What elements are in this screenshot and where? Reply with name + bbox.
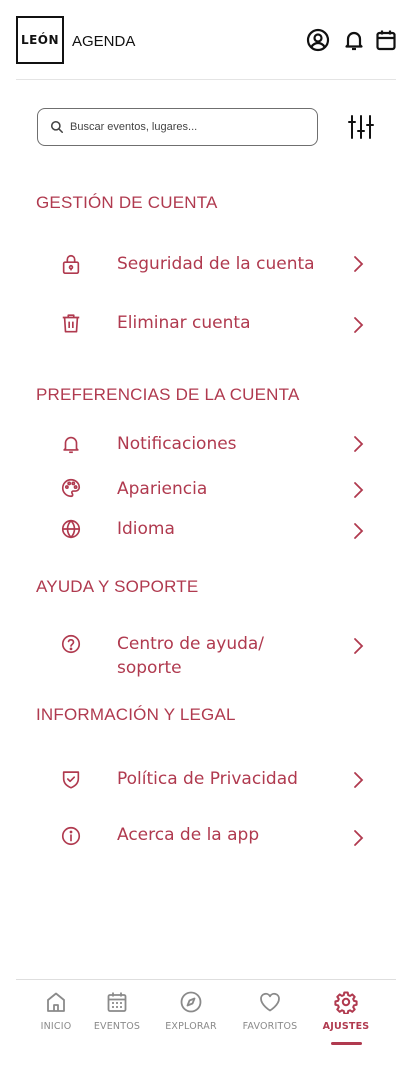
settings-item-help-center[interactable]: Centro de ayuda/ soporte <box>56 632 376 682</box>
chevron-right-icon <box>348 315 368 335</box>
chevron-right-icon <box>348 434 368 454</box>
settings-item-label: Política de Privacidad <box>117 769 298 789</box>
section-title-legal: INFORMACIÓN Y LEGAL <box>36 705 236 724</box>
search-input[interactable] <box>70 121 300 133</box>
settings-item-notifications[interactable]: Notificaciones <box>56 432 376 458</box>
nav-item-eventos[interactable]: EVENTOS <box>81 990 153 1050</box>
section-title-ayuda: AYUDA Y SOPORTE <box>36 577 199 596</box>
user-circle-icon[interactable] <box>306 28 330 52</box>
info-icon <box>60 825 82 847</box>
chevron-right-icon <box>348 828 368 848</box>
settings-item-label: Acerca de la app <box>117 825 260 845</box>
section-title-cuenta: GESTIÓN DE CUENTA <box>36 193 218 212</box>
bell-icon <box>60 433 82 455</box>
trash-icon <box>60 312 82 334</box>
settings-item-language[interactable]: Idioma <box>56 517 376 543</box>
search-bar[interactable] <box>37 108 318 146</box>
search-icon <box>50 120 64 134</box>
nav-item-ajustes[interactable]: AJUSTES <box>310 990 382 1050</box>
app-title: AGENDA <box>72 33 136 50</box>
calendar-icon[interactable] <box>374 28 398 52</box>
chevron-right-icon <box>348 770 368 790</box>
settings-item-label: Centro de ayuda/ soporte <box>117 634 265 678</box>
settings-item-delete-account[interactable]: Eliminar cuenta <box>56 311 376 337</box>
bottom-nav: INICIO EVENTOS EXPLORAR FAVORITOS AJUSTE… <box>0 980 412 1072</box>
nav-label: FAVORITOS <box>242 1021 298 1032</box>
home-icon <box>47 992 65 1012</box>
nav-label: EXPLORAR <box>165 1021 217 1032</box>
settings-item-about-app[interactable]: Acerca de la app <box>56 823 376 849</box>
nav-item-favoritos[interactable]: FAVORITOS <box>234 990 306 1050</box>
compass-icon <box>180 991 202 1013</box>
nav-label: AJUSTES <box>322 1021 370 1032</box>
calendar-icon <box>107 992 127 1012</box>
filter-sliders-icon[interactable] <box>347 113 375 141</box>
chevron-right-icon <box>348 636 368 656</box>
settings-item-label: Apariencia <box>117 479 208 499</box>
logo[interactable]: LEÓN <box>16 16 64 64</box>
nav-label: EVENTOS <box>93 1021 141 1032</box>
settings-item-privacy-policy[interactable]: Política de Privacidad <box>56 767 376 793</box>
settings-item-security[interactable]: Seguridad de la cuenta <box>56 252 376 278</box>
chevron-right-icon <box>348 254 368 274</box>
header-divider <box>16 79 396 80</box>
shield-check-icon <box>60 768 82 790</box>
gear-icon <box>334 991 358 1014</box>
app-header: LEÓN AGENDA <box>0 0 412 80</box>
settings-item-label: Eliminar cuenta <box>117 313 251 333</box>
active-tab-indicator <box>331 1042 362 1045</box>
help-circle-icon <box>60 633 82 655</box>
chevron-right-icon <box>348 480 368 500</box>
settings-item-label: Idioma <box>117 519 175 539</box>
heart-icon <box>260 992 280 1012</box>
section-title-preferencias: PREFERENCIAS DE LA CUENTA <box>36 385 300 404</box>
settings-item-label: Seguridad de la cuenta <box>117 254 315 274</box>
settings-item-appearance[interactable]: Apariencia <box>56 477 376 503</box>
nav-label: INICIO <box>40 1021 72 1032</box>
chevron-right-icon <box>348 521 368 541</box>
logo-text: LEÓN <box>20 33 60 47</box>
settings-item-label: Notificaciones <box>117 434 237 454</box>
lock-icon <box>60 253 82 275</box>
palette-icon <box>60 477 82 499</box>
nav-item-explorar[interactable]: EXPLORAR <box>155 990 227 1050</box>
bell-icon[interactable] <box>342 28 366 52</box>
globe-icon <box>60 518 82 540</box>
